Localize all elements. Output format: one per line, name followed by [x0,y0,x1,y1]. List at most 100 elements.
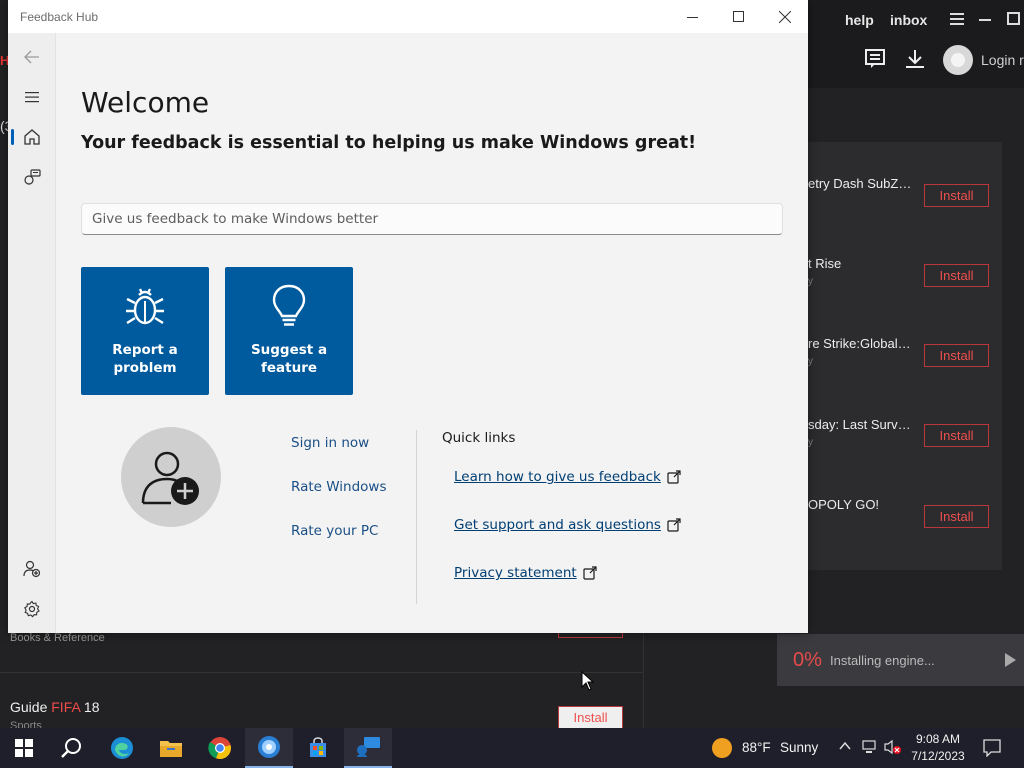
account-add-icon [23,560,41,578]
nav-account[interactable] [16,553,48,585]
rate-windows-link[interactable]: Rate Windows [291,479,387,495]
menu-button[interactable] [16,81,48,113]
install-button[interactable]: Install [924,344,989,367]
external-link-icon [667,518,681,532]
taskbar-chrome[interactable] [196,728,244,768]
taskbar-store[interactable] [294,728,342,768]
mouse-cursor-icon [581,671,595,691]
install-button[interactable]: Install [558,706,623,729]
weather-temp[interactable]: 88°F [742,740,771,755]
quick-link-learn[interactable]: Learn how to give us feedback [454,469,681,485]
bg-left-mark: H [0,53,8,65]
nav-home[interactable] [16,121,48,153]
progress-label: Installing engine... [830,653,935,668]
bug-icon [126,288,164,325]
avatar[interactable] [121,427,221,527]
install-button[interactable]: Install [924,184,989,207]
external-link-icon [583,566,597,580]
menu-icon[interactable] [950,10,964,31]
bg-game-title: sday: Last Surv… [808,417,911,432]
list-item-category: Sports [10,720,42,728]
taskbar-file-explorer[interactable] [147,728,195,768]
weather-condition[interactable]: Sunny [780,740,818,755]
bg-game-title: OPOLY GO! [808,497,880,512]
bg-topbar: help inbox [808,0,1024,88]
download-icon[interactable] [905,49,925,74]
install-button[interactable]: Install [924,424,989,447]
inbox-link[interactable]: inbox [890,12,927,28]
search-icon [61,738,81,758]
bg-game-title: re Strike:Global… [808,336,911,351]
bg-game-item[interactable]: sday: Last Surv… y Install [808,417,1002,497]
feedback-search-input[interactable] [81,203,783,235]
clock-date[interactable]: 7/12/2023 [906,749,970,763]
install-button[interactable]: Install [924,264,989,287]
bg-game-item[interactable]: etry Dash SubZ… Install [808,176,1002,256]
quick-link-label: Learn how to give us feedback [454,469,661,485]
minimize-icon [687,16,698,18]
taskbar-app[interactable] [245,728,293,768]
chevron-up-icon[interactable] [838,739,852,758]
home-icon [24,129,40,145]
nav-rail [8,33,56,633]
back-button[interactable] [16,41,48,73]
play-icon[interactable] [1005,653,1016,667]
volume-muted-icon[interactable] [884,739,902,760]
bg-game-sub: y [808,356,813,367]
maximize-icon[interactable] [1006,10,1022,31]
taskbar-edge[interactable] [98,728,146,768]
nav-settings[interactable] [16,593,48,625]
quick-link-support[interactable]: Get support and ask questions [454,517,681,533]
feedback-hub-icon [357,737,380,757]
close-icon [779,10,791,23]
list-item-category: Books & Reference [10,632,105,644]
quick-link-label: Privacy statement [454,565,577,581]
quick-links-title: Quick links [442,430,516,446]
network-icon[interactable] [862,739,878,760]
bg-user-avatar[interactable] [943,45,973,75]
sign-in-link[interactable]: Sign in now [291,435,369,451]
bg-game-sub: y [808,437,813,448]
chat-icon[interactable] [865,49,885,74]
taskbar: 88°F Sunny 9:08 AM 7/12/2023 [0,728,1024,768]
title-bar[interactable]: Feedback Hub [8,0,808,33]
bg-game-title: t Rise [808,256,842,271]
bg-game-item[interactable]: re Strike:Global… y Install [808,336,1002,416]
login-link[interactable]: Login r [981,52,1024,68]
lightbulb-icon [272,284,306,326]
page-title: Welcome [81,86,210,119]
maximize-icon [733,10,744,22]
install-button[interactable]: Install [924,505,989,528]
suggest-feature-button[interactable]: Suggest a feature [225,267,353,395]
taskbar-feedback-hub[interactable] [344,728,392,768]
notification-icon[interactable] [983,739,1001,762]
nav-feedback[interactable] [16,161,48,193]
store-icon [310,737,326,757]
feedback-hub-window: Feedback Hub Welcome Your feedback is es… [8,0,808,633]
progress-percent: 0% [793,649,822,671]
tile-label: Report a problem [112,342,178,376]
feedback-icon [24,169,41,185]
clock-time[interactable]: 9:08 AM [906,732,970,746]
taskbar-search-button[interactable] [48,728,96,768]
rate-pc-link[interactable]: Rate your PC [291,523,378,539]
quick-link-label: Get support and ask questions [454,517,661,533]
bg-game-item[interactable]: OPOLY GO! Install [808,497,1002,577]
quick-link-privacy[interactable]: Privacy statement [454,565,597,581]
bg-game-item[interactable]: t Rise y Install [808,256,1002,336]
hamburger-icon [25,92,39,103]
external-link-icon [667,470,681,484]
help-link[interactable]: help [845,12,874,28]
start-button[interactable] [0,728,48,768]
minimize-button[interactable] [670,0,716,33]
maximize-button[interactable] [716,0,762,33]
close-button[interactable] [762,0,808,33]
weather-sun-icon[interactable] [712,738,732,758]
report-problem-button[interactable]: Report a problem [81,267,209,395]
add-user-icon [141,451,199,505]
minimize-icon[interactable] [978,10,992,31]
bg-left-mark-2: (3 [0,118,8,134]
back-arrow-icon [24,50,39,64]
gear-icon [24,600,40,618]
divider [643,633,644,728]
